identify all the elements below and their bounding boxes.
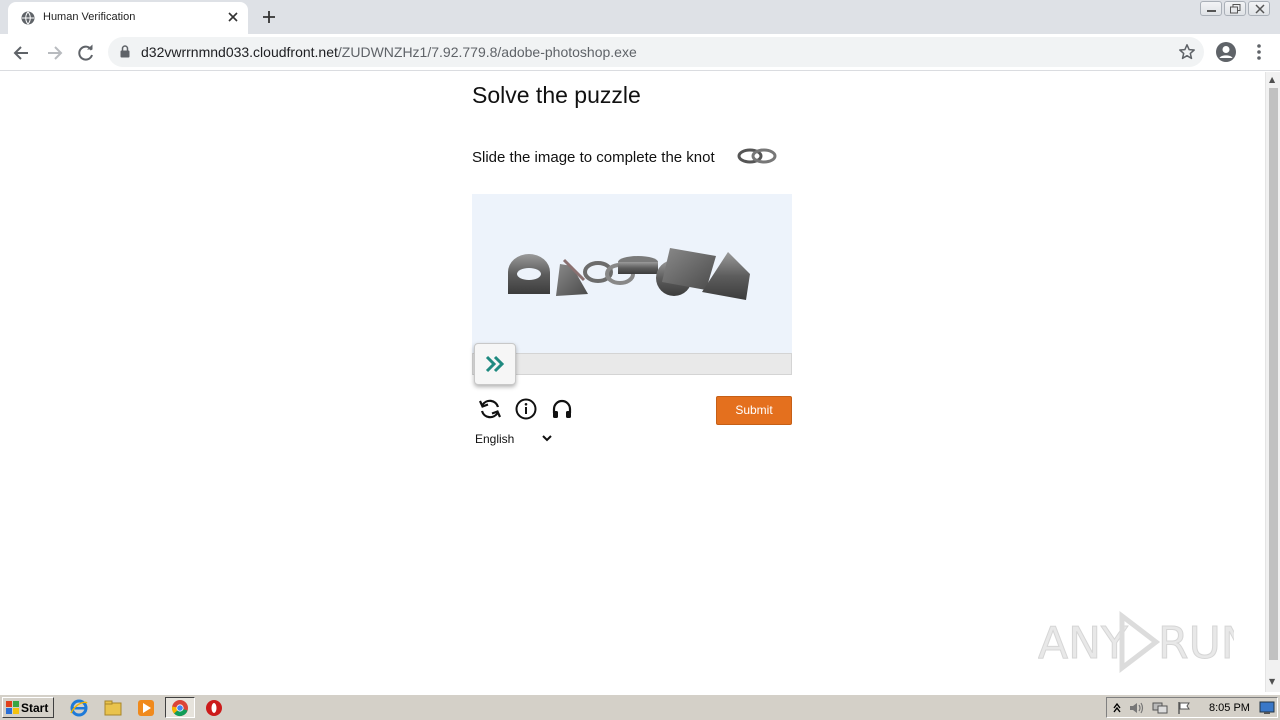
new-tab-icon[interactable] [261,9,277,25]
minimize-icon [1207,10,1216,12]
close-tab-icon[interactable] [226,10,240,24]
taskbar: Start 8:05 PM [0,694,1280,720]
internet-explorer-icon[interactable] [70,699,88,717]
url-host: d32vwrrnmnd033.cloudfront.net [141,44,338,60]
tab-title: Human Verification [43,11,136,23]
opera-icon[interactable] [205,699,223,717]
language-select[interactable]: English [475,432,514,446]
vertical-scrollbar[interactable]: ▲ ▼ [1265,72,1280,692]
kebab-menu-icon[interactable] [1252,42,1266,62]
browser-tab[interactable]: Human Verification [8,2,248,34]
scroll-down-icon[interactable]: ▼ [1269,677,1275,686]
network-icon[interactable] [1152,701,1168,715]
profile-icon[interactable] [1215,41,1237,63]
clock: 8:05 PM [1209,702,1250,714]
audio-headphones-icon[interactable] [550,397,574,421]
close-window-icon [1255,4,1265,14]
bookmark-star-icon[interactable] [1178,43,1196,61]
restore-icon [1230,4,1241,14]
refresh-icon[interactable] [478,397,502,421]
slider-track[interactable] [472,353,792,375]
window-controls [1200,1,1270,16]
forward-icon[interactable] [44,43,64,63]
address-bar[interactable]: d32vwrrnmnd033.cloudfront.net/ZUDWNZHz1/… [108,37,1204,67]
close-window-button[interactable] [1248,1,1270,16]
slider-handle[interactable] [474,343,516,385]
file-explorer-icon[interactable] [104,699,122,717]
windows-logo-icon [6,701,19,714]
puzzle-image [472,194,792,354]
reload-icon[interactable] [76,43,96,63]
tab-strip: Human Verification [0,0,1280,34]
flag-icon[interactable] [1177,701,1191,715]
info-icon[interactable] [514,397,538,421]
taskbar-chrome-button[interactable] [165,697,195,718]
lock-icon [120,45,130,58]
browser-toolbar: d32vwrrnmnd033.cloudfront.net/ZUDWNZHz1/… [0,34,1280,71]
volume-icon[interactable] [1129,701,1145,715]
knot-icon [737,148,777,164]
url-path: /ZUDWNZHz1/7.92.779.8/adobe-photoshop.ex… [337,44,637,60]
show-desktop-icon[interactable] [1259,701,1275,715]
page-title: Solve the puzzle [472,82,641,108]
double-chevron-right-icon [485,355,505,373]
start-label: Start [21,701,49,715]
tray-expand-icon[interactable] [1112,702,1122,714]
svg-text:RUN: RUN [1158,618,1234,669]
scroll-up-icon[interactable]: ▲ [1269,75,1275,84]
page-content: Solve the puzzle Slide the image to comp… [0,72,1264,692]
url-text: d32vwrrnmnd033.cloudfront.net/ZUDWNZHz1/… [141,44,637,60]
restore-button[interactable] [1224,1,1246,16]
scroll-thumb[interactable] [1269,88,1278,660]
puzzle-instruction: Slide the image to complete the knot [472,149,715,166]
chrome-icon [172,700,188,717]
anyrun-watermark: ANY RUN [1038,610,1234,674]
start-button[interactable]: Start [2,697,54,718]
chevron-down-icon[interactable] [541,433,553,443]
submit-button[interactable]: Submit [716,396,792,425]
minimize-button[interactable] [1200,1,1222,16]
back-icon[interactable] [12,43,32,63]
media-player-icon[interactable] [137,699,155,717]
globe-icon [21,11,35,25]
svg-text:ANY: ANY [1038,618,1128,669]
system-tray: 8:05 PM [1106,697,1278,718]
